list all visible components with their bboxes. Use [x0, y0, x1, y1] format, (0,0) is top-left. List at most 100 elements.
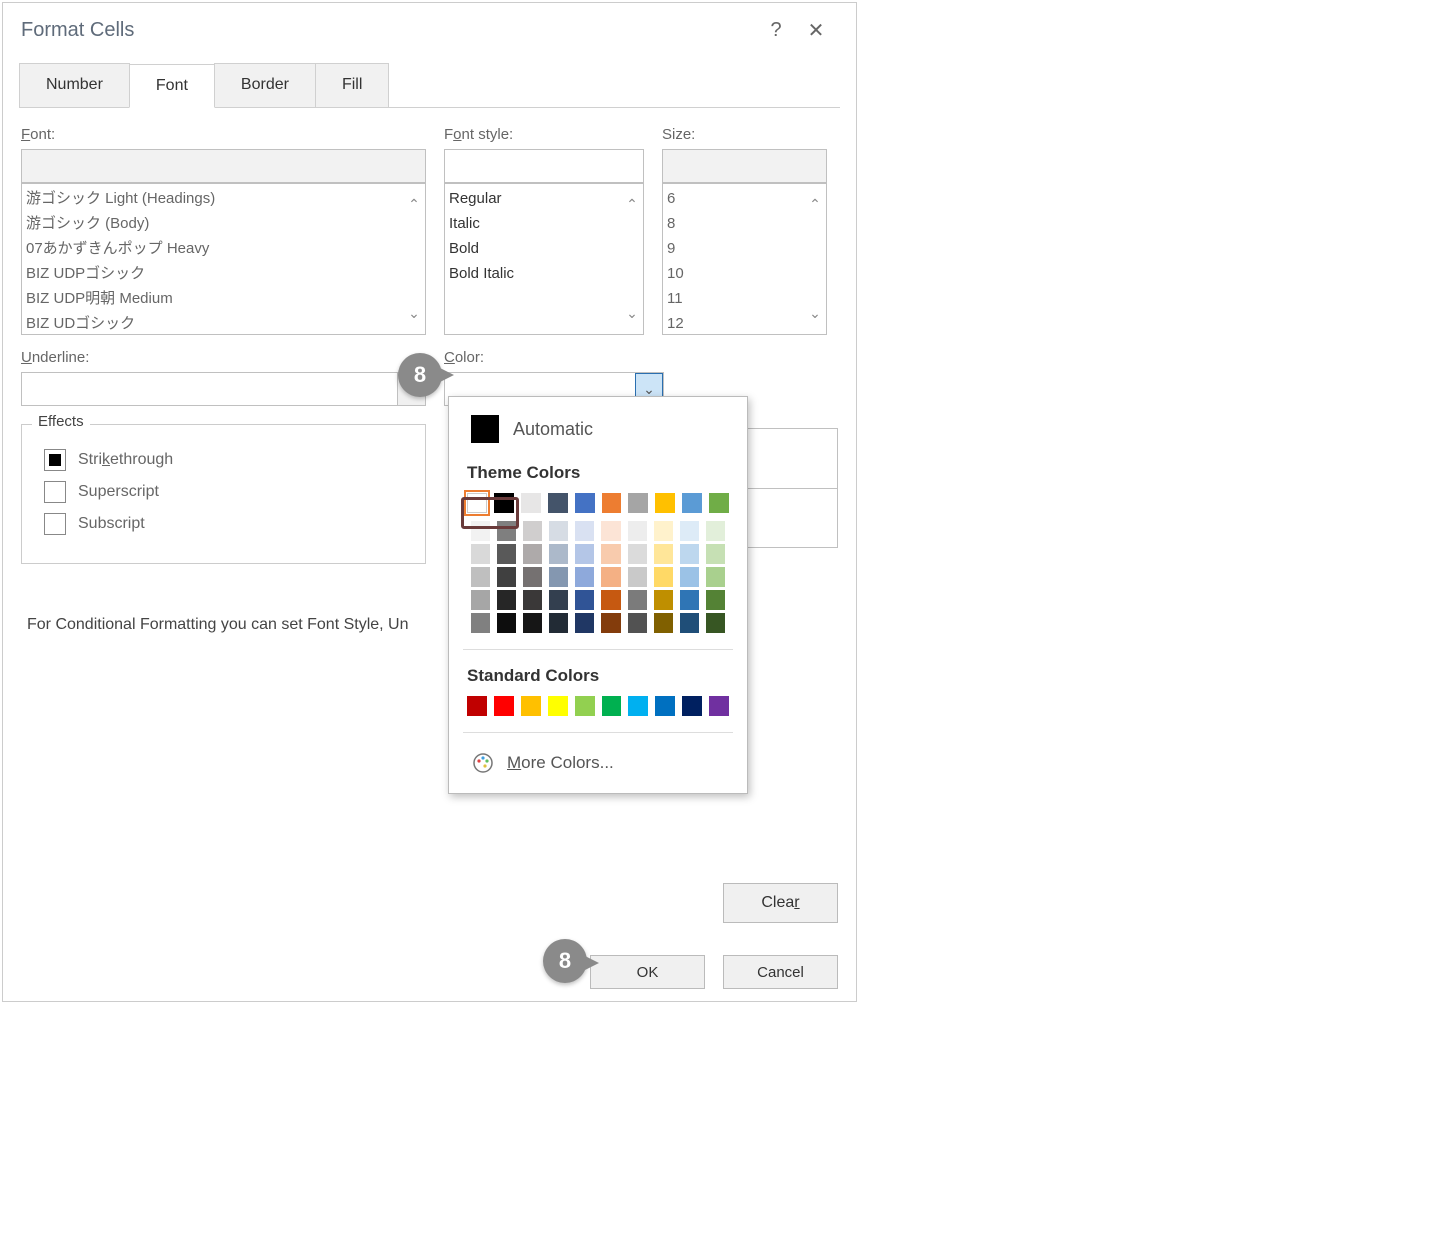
color-swatch[interactable]	[682, 696, 702, 716]
list-item[interactable]: 9	[667, 236, 802, 261]
color-swatch[interactable]	[628, 696, 648, 716]
color-swatch[interactable]	[601, 590, 620, 610]
list-item[interactable]: BIZ UDPゴシック	[26, 261, 401, 286]
color-swatch[interactable]	[602, 696, 622, 716]
color-swatch[interactable]	[655, 493, 675, 513]
color-swatch[interactable]	[628, 613, 647, 633]
color-swatch[interactable]	[628, 567, 647, 587]
color-swatch[interactable]	[706, 544, 725, 564]
color-swatch[interactable]	[497, 567, 516, 587]
color-swatch[interactable]	[575, 544, 594, 564]
list-item[interactable]: 游ゴシック (Body)	[26, 211, 401, 236]
size-list[interactable]: 6 8 9 10 11 12 ⌃ ⌄	[662, 183, 827, 335]
color-swatch[interactable]	[628, 590, 647, 610]
color-swatch[interactable]	[706, 590, 725, 610]
color-swatch[interactable]	[601, 567, 620, 587]
color-swatch[interactable]	[680, 567, 699, 587]
color-swatch[interactable]	[471, 521, 490, 541]
color-swatch[interactable]	[521, 493, 541, 513]
scrollbar[interactable]: ⌃ ⌄	[621, 184, 643, 334]
color-swatch[interactable]	[680, 590, 699, 610]
list-item[interactable]: 07あかずきんポップ Heavy	[26, 236, 401, 261]
help-button[interactable]: ?	[756, 19, 796, 42]
scroll-up-icon[interactable]: ⌃	[809, 184, 821, 225]
color-swatch[interactable]	[549, 567, 568, 587]
color-swatch[interactable]	[601, 521, 620, 541]
color-swatch[interactable]	[682, 493, 702, 513]
list-item[interactable]: 游ゴシック Light (Headings)	[26, 186, 401, 211]
tab-fill[interactable]: Fill	[315, 63, 389, 107]
color-swatch[interactable]	[523, 590, 542, 610]
color-swatch[interactable]	[549, 590, 568, 610]
color-swatch[interactable]	[575, 567, 594, 587]
color-swatch[interactable]	[602, 493, 622, 513]
cancel-button[interactable]: Cancel	[723, 955, 838, 989]
color-swatch[interactable]	[523, 567, 542, 587]
list-item[interactable]: 8	[667, 211, 802, 236]
color-swatch[interactable]	[549, 613, 568, 633]
color-swatch[interactable]	[706, 567, 725, 587]
color-swatch[interactable]	[523, 544, 542, 564]
color-swatch[interactable]	[494, 493, 514, 513]
color-swatch[interactable]	[680, 544, 699, 564]
tab-border[interactable]: Border	[214, 63, 316, 107]
automatic-row[interactable]: Automatic	[463, 411, 733, 457]
color-swatch[interactable]	[601, 544, 620, 564]
color-swatch[interactable]	[575, 696, 595, 716]
font-style-input[interactable]	[444, 149, 644, 183]
color-swatch[interactable]	[575, 613, 594, 633]
close-button[interactable]: ✕	[796, 18, 836, 43]
color-swatch[interactable]	[494, 696, 514, 716]
color-swatch[interactable]	[654, 567, 673, 587]
scroll-down-icon[interactable]: ⌄	[809, 293, 821, 334]
color-swatch[interactable]	[575, 493, 595, 513]
color-swatch[interactable]	[523, 613, 542, 633]
color-swatch[interactable]	[680, 613, 699, 633]
font-input[interactable]	[21, 149, 426, 183]
color-swatch[interactable]	[471, 613, 490, 633]
scrollbar[interactable]: ⌃ ⌄	[804, 184, 826, 334]
color-swatch[interactable]	[654, 521, 673, 541]
list-item[interactable]: Bold	[449, 236, 619, 261]
more-colors-row[interactable]: More Colors...	[463, 743, 733, 775]
color-swatch[interactable]	[467, 493, 487, 513]
scrollbar[interactable]: ⌃ ⌄	[403, 184, 425, 334]
size-input[interactable]	[662, 149, 827, 183]
strikethrough-checkbox[interactable]: Strikethrough	[44, 449, 403, 471]
color-swatch[interactable]	[523, 521, 542, 541]
superscript-checkbox[interactable]: Superscript	[44, 481, 403, 503]
color-swatch[interactable]	[548, 696, 568, 716]
list-item[interactable]: Regular	[449, 186, 619, 211]
list-item[interactable]: 10	[667, 261, 802, 286]
color-swatch[interactable]	[549, 521, 568, 541]
color-swatch[interactable]	[497, 521, 516, 541]
color-swatch[interactable]	[575, 590, 594, 610]
color-swatch[interactable]	[628, 521, 647, 541]
color-swatch[interactable]	[655, 696, 675, 716]
color-swatch[interactable]	[709, 493, 729, 513]
list-item[interactable]: BIZ UDゴシック	[26, 311, 401, 335]
color-swatch[interactable]	[471, 567, 490, 587]
list-item[interactable]: Bold Italic	[449, 261, 619, 286]
ok-button[interactable]: OK	[590, 955, 705, 989]
list-item[interactable]: 11	[667, 286, 802, 311]
subscript-checkbox[interactable]: Subscript	[44, 513, 403, 535]
color-swatch[interactable]	[654, 590, 673, 610]
list-item[interactable]: Italic	[449, 211, 619, 236]
color-swatch[interactable]	[471, 544, 490, 564]
color-swatch[interactable]	[471, 590, 490, 610]
color-swatch[interactable]	[654, 613, 673, 633]
color-swatch[interactable]	[549, 544, 568, 564]
color-swatch[interactable]	[628, 544, 647, 564]
color-swatch[interactable]	[706, 521, 725, 541]
color-swatch[interactable]	[601, 613, 620, 633]
scroll-up-icon[interactable]: ⌃	[408, 184, 420, 225]
color-swatch[interactable]	[709, 696, 729, 716]
color-swatch[interactable]	[654, 544, 673, 564]
tab-font[interactable]: Font	[129, 64, 215, 108]
scroll-up-icon[interactable]: ⌃	[626, 184, 638, 225]
color-swatch[interactable]	[521, 696, 541, 716]
color-swatch[interactable]	[628, 493, 648, 513]
color-swatch[interactable]	[497, 613, 516, 633]
list-item[interactable]: 12	[667, 311, 802, 335]
